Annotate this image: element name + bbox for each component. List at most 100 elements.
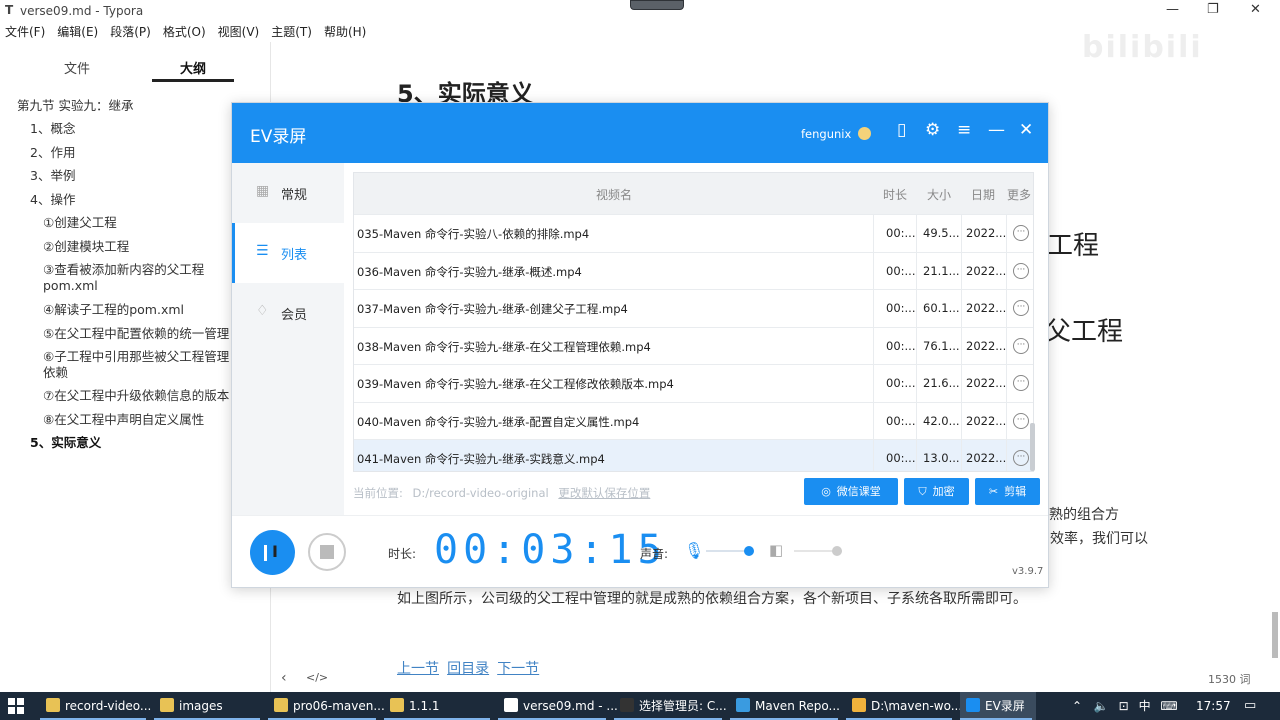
more-options-icon[interactable]: ··· [1013, 412, 1029, 429]
taskbar-item[interactable]: 1.1.1 [384, 692, 494, 720]
tab-outline[interactable]: 大纲 [180, 58, 206, 77]
col-header-name[interactable]: 视频名 [596, 186, 632, 203]
taskbar-item[interactable]: verse09.md - ... [498, 692, 618, 720]
more-options-icon[interactable]: ··· [1013, 450, 1029, 466]
outline-item[interactable]: ⑥子工程中引用那些被父工程管理 [43, 349, 229, 365]
encrypt-button[interactable]: ⛉ 加密 [904, 478, 969, 505]
taskbar-item[interactable]: images [154, 692, 264, 720]
menu-view[interactable]: 视图(V) [218, 22, 260, 42]
nav-vip[interactable]: ♢ 会员 [232, 283, 344, 343]
outline-item[interactable]: ⑦在父工程中升级依赖信息的版本 [43, 388, 229, 404]
table-row[interactable]: 041-Maven 命令行-实验九-继承-实践意义.mp4 00:... 13.0.… [354, 439, 1033, 471]
table-row[interactable]: 040-Maven 命令行-实验九-继承-配置自定义属性.mp4 00:... 42… [354, 401, 1033, 440]
taskbar-item-label: 选择管理员: C... [639, 699, 727, 713]
settings-icon[interactable]: ⚙ [925, 120, 940, 140]
col-header-duration[interactable]: 时长 [883, 186, 907, 203]
taskbar-item[interactable]: EV录屏 [960, 692, 1036, 720]
taskbar-item[interactable]: 选择管理员: C... [614, 692, 727, 720]
col-header-size[interactable]: 大小 [927, 186, 951, 203]
back-to-toc-link[interactable]: 回目录 [447, 661, 489, 677]
table-row[interactable]: 036-Maven 命令行-实验九-继承-概述.mp4 00:... 21.1...… [354, 251, 1033, 290]
outline-item[interactable]: 1、概念 [30, 121, 75, 137]
outline-item[interactable]: ⑧在父工程中声明自定义属性 [43, 412, 204, 428]
prev-section-link[interactable]: 上一节 [397, 661, 439, 677]
collapse-sidebar-icon[interactable]: ‹ [281, 670, 287, 686]
network-icon[interactable]: ⊡ [1119, 699, 1129, 713]
change-path-link[interactable]: 更改默认保存位置 [558, 486, 650, 500]
more-options-icon[interactable]: ··· [1013, 300, 1029, 316]
source-code-mode-icon[interactable]: </> [306, 671, 328, 684]
dropdown-menu-icon[interactable]: ≡ [957, 120, 971, 140]
speaker-icon[interactable]: ◧ [769, 541, 783, 559]
duration-cell: 00:... [886, 301, 916, 315]
outline-item[interactable]: 2、作用 [30, 145, 75, 161]
close-icon[interactable]: ✕ [1019, 120, 1033, 140]
username[interactable]: fengunix [801, 127, 851, 141]
nav-general[interactable]: ▦ 常规 [232, 163, 344, 223]
user-avatar-icon[interactable] [858, 127, 871, 140]
size-cell: 60.1... [923, 301, 960, 315]
clock[interactable]: 17:57 [1196, 692, 1231, 720]
menu-help[interactable]: 帮助(H) [324, 22, 366, 42]
col-header-date[interactable]: 日期 [971, 186, 995, 203]
table-row[interactable]: 035-Maven 命令行-实验八-依赖的排除.mp4 00:... 49.5...… [354, 214, 1033, 252]
outline-item[interactable]: ⑤在父工程中配置依赖的统一管理 [43, 326, 229, 342]
ime-indicator[interactable]: 中 [1139, 699, 1151, 713]
volume-icon[interactable]: 🔈 [1094, 699, 1109, 713]
menu-theme[interactable]: 主题(T) [271, 22, 312, 42]
minimize-icon[interactable]: — [1166, 2, 1179, 17]
menu-edit[interactable]: 编辑(E) [57, 22, 98, 42]
keyboard-icon[interactable]: ⌨ [1160, 699, 1177, 713]
minimize-icon[interactable]: — [988, 120, 1005, 140]
word-count[interactable]: 1530 词 [1208, 671, 1251, 687]
outline-item-continued[interactable]: pom.xml [43, 278, 98, 294]
outline-item[interactable]: 4、操作 [30, 192, 75, 208]
outline-item[interactable]: ④解读子工程的pom.xml [43, 302, 184, 318]
app-icon [966, 698, 980, 712]
duration-cell: 00:... [886, 451, 916, 465]
outline-item[interactable]: ①创建父工程 [43, 215, 117, 231]
more-options-icon[interactable]: ··· [1013, 375, 1029, 391]
table-header: 视频名 时长 大小 日期 更多 [354, 173, 1033, 214]
table-scrollbar[interactable] [1030, 423, 1035, 471]
taskbar-item[interactable]: D:\maven-wo... [846, 692, 962, 720]
windows-start-icon[interactable] [8, 698, 24, 714]
editor-scrollbar[interactable] [1272, 612, 1278, 658]
outline-item[interactable]: ③查看被添加新内容的父工程 [43, 262, 204, 278]
restore-icon[interactable]: ❐ [1207, 2, 1219, 17]
video-name-cell: 040-Maven 命令行-实验九-继承-配置自定义属性.mp4 [357, 414, 640, 429]
menu-format[interactable]: 格式(O) [163, 22, 206, 42]
more-options-icon[interactable]: ··· [1013, 225, 1029, 241]
table-row[interactable]: 038-Maven 命令行-实验九-继承-在父工程管理依赖.mp4 00:... 7… [354, 326, 1033, 365]
microphone-icon[interactable]: 🎙 [684, 541, 704, 560]
ev-nav: ▦ 常规 ☰ 列表 ♢ 会员 [232, 163, 344, 515]
close-icon[interactable]: ✕ [1250, 2, 1261, 17]
pause-record-button[interactable]: I [250, 530, 295, 575]
next-section-link[interactable]: 下一节 [497, 661, 539, 677]
show-hidden-icons-icon[interactable]: ⌃ [1072, 699, 1082, 713]
recording-region-handle[interactable] [630, 0, 684, 10]
taskbar-item[interactable]: pro06-maven... [268, 692, 385, 720]
outline-item-continued[interactable]: 依赖 [43, 365, 68, 381]
more-options-icon[interactable]: ··· [1013, 262, 1029, 279]
wechat-class-button[interactable]: ◎ 微信课堂 [804, 478, 898, 505]
table-row[interactable]: 039-Maven 命令行-实验九-继承-在父工程修改依赖版本.mp4 00:..… [354, 364, 1033, 402]
notification-icon[interactable]: ▭ [1244, 698, 1256, 713]
more-options-icon[interactable]: ··· [1013, 337, 1029, 354]
stop-button[interactable] [308, 533, 346, 571]
outline-item[interactable]: 第九节 实验九：继承 [17, 98, 133, 114]
table-row[interactable]: 037-Maven 命令行-实验九-继承-创建父子工程.mp4 00:... 60.… [354, 289, 1033, 327]
clip-button[interactable]: ✂ 剪辑 [975, 478, 1040, 505]
menu-paragraph[interactable]: 段落(P) [110, 22, 151, 42]
outline-item[interactable]: 3、举例 [30, 168, 75, 184]
menu-file[interactable]: 文件(F) [5, 22, 45, 42]
taskbar-item[interactable]: record-video... [40, 692, 151, 720]
taskbar-item[interactable]: Maven Repo... [730, 692, 842, 720]
outline-item[interactable]: ②创建模块工程 [43, 239, 129, 255]
phone-icon[interactable]: ▯ [897, 120, 906, 140]
page-nav-links: 上一节 回目录 下一节 [397, 658, 539, 678]
nav-list[interactable]: ☰ 列表 [232, 223, 344, 283]
outline-item-current[interactable]: 5、实际意义 [30, 435, 101, 451]
tab-files[interactable]: 文件 [64, 58, 90, 77]
column-divider [1006, 365, 1007, 402]
